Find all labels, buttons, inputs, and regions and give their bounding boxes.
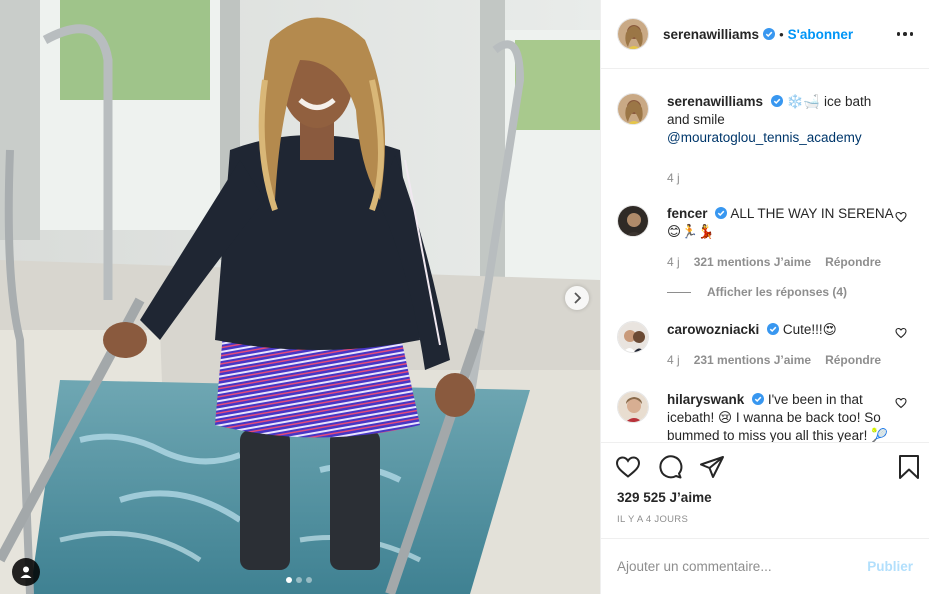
- reply-button[interactable]: Répondre: [825, 253, 881, 271]
- share-button[interactable]: [699, 455, 725, 479]
- bookmark-icon: [899, 454, 919, 479]
- comments-list[interactable]: serenawilliams ❄️🛁 ice bath and smile @m…: [601, 69, 929, 442]
- caption-username[interactable]: serenawilliams: [667, 94, 763, 109]
- post-actions-bar: [601, 442, 929, 490]
- caption-mention-link[interactable]: @mouratoglou_tennis_academy: [667, 130, 862, 145]
- instagram-post: serenawilliams • S'abonner serenawilliam…: [0, 0, 929, 594]
- like-button[interactable]: [615, 455, 641, 479]
- carousel-indicator: [286, 577, 312, 583]
- comment-item: fencer ALL THE WAY IN SERENA 😊🏃💃 4 j 321…: [617, 205, 913, 271]
- heart-icon[interactable]: [895, 327, 907, 339]
- next-slide-button[interactable]: [565, 286, 589, 310]
- verified-badge-icon: [763, 28, 776, 40]
- carousel-dot-3: [306, 577, 312, 583]
- caption-timestamp[interactable]: 4 j: [667, 169, 680, 187]
- comment-username[interactable]: fencer: [667, 206, 708, 221]
- likes-count[interactable]: 329 525 J’aime: [601, 490, 929, 512]
- save-button[interactable]: [897, 454, 921, 480]
- comment-icon: [659, 454, 683, 478]
- comment-timestamp[interactable]: 4 j: [667, 351, 680, 369]
- post-header: serenawilliams • S'abonner: [601, 0, 929, 69]
- comment-username[interactable]: hilaryswank: [667, 392, 744, 407]
- comment-text: Cute!!!😍: [782, 322, 837, 337]
- reply-button[interactable]: Répondre: [825, 351, 881, 369]
- add-comment-bar: Ajouter un commentaire... Publier: [601, 538, 929, 594]
- comment-timestamp[interactable]: 4 j: [667, 253, 680, 271]
- follow-button[interactable]: S'abonner: [788, 27, 853, 42]
- avatar[interactable]: [617, 321, 649, 353]
- comment-likes-count[interactable]: 321 mentions J’aime: [694, 253, 811, 271]
- user-tag-icon: [20, 566, 32, 578]
- comment-username[interactable]: carowozniacki: [667, 322, 759, 337]
- carousel-dot-2: [296, 577, 302, 583]
- more-options-button[interactable]: [896, 32, 913, 36]
- comment-item: hilaryswank I've been in that icebath! 😢…: [617, 391, 913, 442]
- chevron-right-icon: [574, 292, 582, 304]
- avatar[interactable]: [617, 391, 649, 423]
- avatar-image: [618, 19, 648, 49]
- publish-button[interactable]: Publier: [867, 559, 913, 574]
- avatar[interactable]: [617, 205, 649, 237]
- heart-icon: [615, 455, 641, 478]
- heart-icon[interactable]: [895, 211, 907, 223]
- avatar[interactable]: [617, 93, 649, 125]
- user-tag-button[interactable]: [12, 558, 40, 586]
- caption: serenawilliams ❄️🛁 ice bath and smile @m…: [617, 93, 913, 187]
- verified-badge-icon: [767, 323, 780, 335]
- add-comment-input[interactable]: Ajouter un commentaire...: [617, 559, 867, 574]
- post-author-username[interactable]: serenawilliams: [663, 27, 759, 42]
- verified-badge-icon: [752, 393, 765, 405]
- share-icon: [700, 455, 724, 478]
- view-replies-button[interactable]: Afficher les réponses (4): [667, 285, 913, 299]
- post-side-panel: serenawilliams • S'abonner serenawilliam…: [600, 0, 929, 594]
- comment-item: carowozniacki Cute!!!😍 4 j 231 mentions …: [617, 321, 913, 369]
- more-options-icon: [896, 32, 900, 36]
- separator-dot: •: [779, 26, 784, 42]
- post-date[interactable]: IL Y A 4 JOURS: [601, 512, 929, 538]
- photo-ice-bath: [0, 0, 600, 594]
- verified-badge-icon: [770, 95, 783, 107]
- verified-badge-icon: [715, 207, 728, 219]
- heart-icon[interactable]: [895, 397, 907, 409]
- post-photo[interactable]: [0, 0, 600, 594]
- carousel-dot-1: [286, 577, 292, 583]
- comment-button[interactable]: [657, 454, 683, 479]
- comment-likes-count[interactable]: 231 mentions J’aime: [694, 351, 811, 369]
- avatar[interactable]: [617, 18, 649, 50]
